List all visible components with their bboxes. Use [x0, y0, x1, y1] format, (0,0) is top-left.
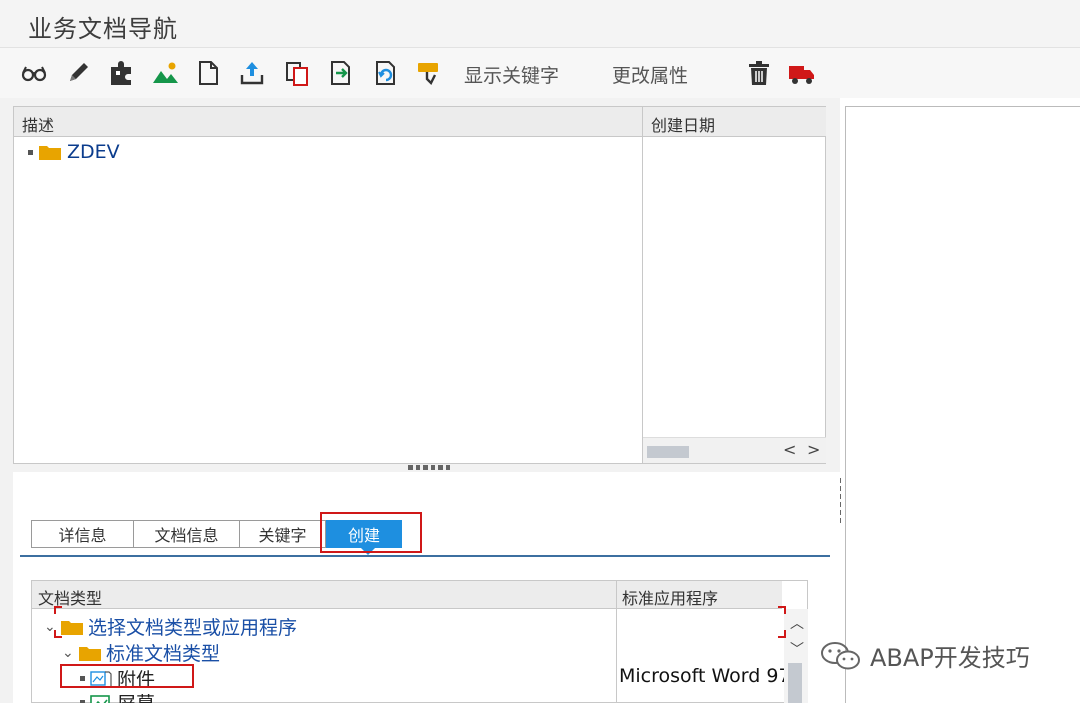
show-keywords-button[interactable]: 显示关键字 [464, 61, 559, 88]
highlight-bracket [778, 630, 786, 638]
truck-icon[interactable] [786, 58, 816, 88]
vertical-scrollbar[interactable]: ︿ ﹀ [784, 609, 808, 703]
highlight-create-tab [320, 512, 422, 553]
refresh-icon[interactable] [371, 58, 401, 88]
copy-icon[interactable] [282, 58, 312, 88]
new-document-icon[interactable] [193, 58, 223, 88]
row-label: 屏幕 [117, 689, 155, 703]
window-title: 业务文档导航 [28, 15, 178, 43]
column-standard-application[interactable]: 标准应用程序 [622, 585, 718, 609]
image-icon[interactable] [150, 58, 180, 88]
column-document-type[interactable]: 文档类型 [38, 585, 102, 609]
column-created-date[interactable]: 创建日期 [651, 112, 715, 136]
tree-node-label[interactable]: ZDEV [67, 141, 120, 163]
row-label: 选择文档类型或应用程序 [88, 617, 298, 639]
screen-image-icon [90, 694, 112, 703]
chevron-down-icon[interactable]: ⌄ [62, 645, 74, 661]
tab-document-info[interactable]: 文档信息 [133, 520, 240, 548]
tab-details[interactable]: 详信息 [31, 520, 134, 548]
tab-keywords[interactable]: 关键字 [239, 520, 326, 548]
watermark-text: ABAP开发技巧 [870, 644, 1030, 672]
puzzle-icon[interactable] [106, 58, 136, 88]
scroll-left-arrow[interactable]: < [783, 440, 796, 459]
table-row[interactable]: 屏幕 [80, 689, 155, 703]
horizontal-splitter-handle[interactable] [408, 465, 450, 471]
export-icon[interactable] [326, 58, 356, 88]
highlight-bracket [778, 606, 786, 614]
watermark: ABAP开发技巧 [820, 638, 1030, 673]
folder-icon [79, 645, 101, 661]
table-row[interactable]: ⌄ 标准文档类型 [62, 639, 220, 666]
window-title-bar: 业务文档导航 [0, 0, 1080, 48]
scroll-thumb[interactable] [647, 446, 689, 458]
doc-table-header: 文档类型 标准应用程序 [32, 581, 782, 609]
column-divider [616, 581, 617, 703]
glasses-icon[interactable] [19, 58, 49, 88]
highlight-bracket [54, 606, 62, 614]
trash-icon[interactable] [744, 58, 774, 88]
table-row[interactable]: ⌄ 选择文档类型或应用程序 [44, 613, 297, 640]
toolbar: 显示关键字 更改属性 [0, 48, 1080, 98]
scroll-thumb[interactable] [788, 663, 802, 703]
scroll-down-icon[interactable]: ﹀ [790, 639, 804, 659]
folder-icon [61, 619, 83, 635]
column-created-date-area: 创建日期 < > [642, 107, 826, 463]
tab-underline [20, 555, 830, 557]
horizontal-scrollbar[interactable]: < > [643, 437, 826, 463]
highlight-attachment-row [60, 664, 194, 688]
scroll-right-arrow[interactable]: > [807, 440, 820, 459]
column-description[interactable]: 描述 [22, 112, 54, 136]
highlight-bracket [54, 630, 62, 638]
tree-node-zdev[interactable]: ZDEV [28, 141, 120, 163]
marker-icon[interactable] [414, 58, 444, 88]
document-tree: 描述 创建日期 < > ZDEV [13, 106, 826, 464]
standard-application-value: Microsoft Word 97 [619, 665, 784, 687]
change-attributes-button[interactable]: 更改属性 [612, 61, 688, 88]
folder-icon [39, 144, 61, 160]
document-viewer-pane [845, 106, 1080, 703]
node-bullet [28, 149, 33, 155]
scroll-up-icon[interactable]: ︿ [790, 613, 804, 633]
wechat-icon [821, 641, 860, 669]
upload-icon[interactable] [237, 58, 267, 88]
row-label: 标准文档类型 [106, 643, 221, 665]
pencil-icon[interactable] [63, 58, 93, 88]
